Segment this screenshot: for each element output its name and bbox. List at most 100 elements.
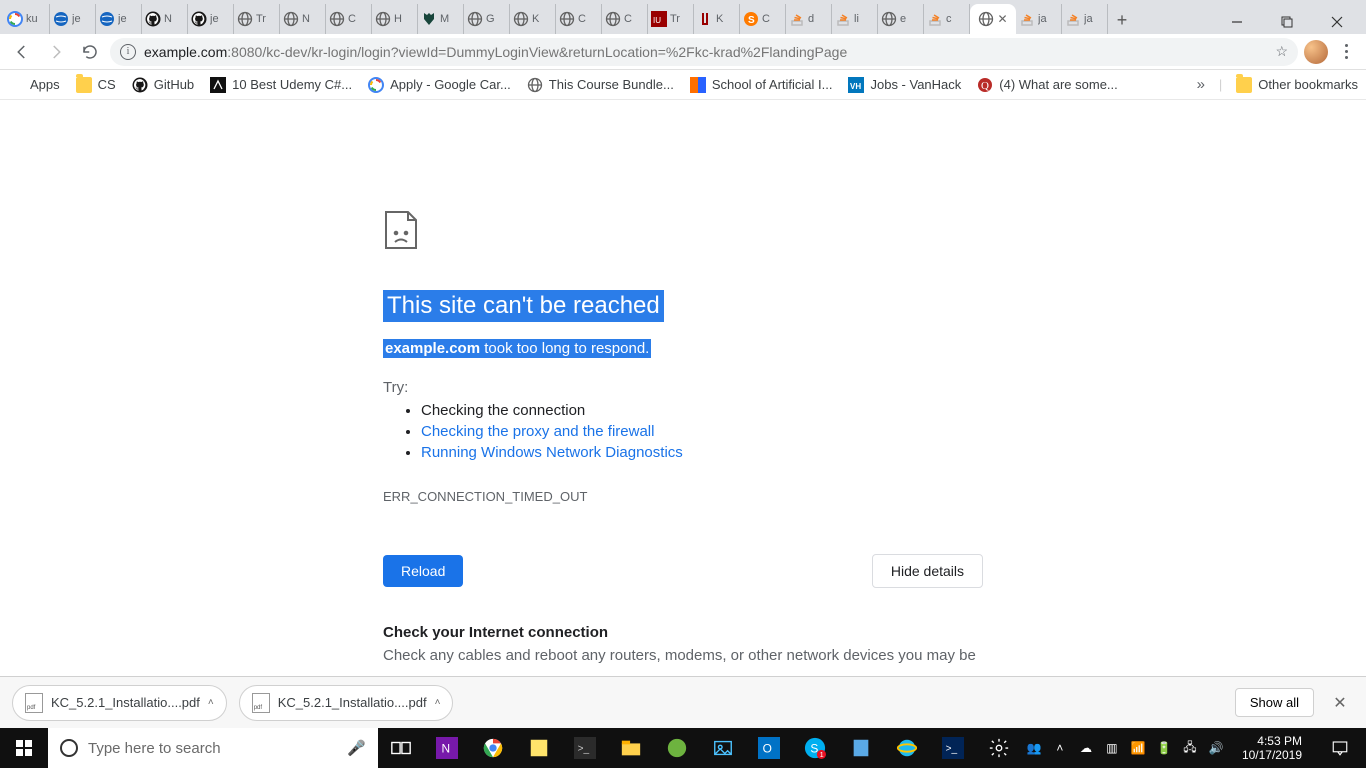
spartan-favicon-icon [421, 11, 437, 27]
suggestion-proxy-link[interactable]: Checking the proxy and the firewall [421, 423, 654, 440]
site-info-icon[interactable]: i [120, 44, 136, 60]
profile-avatar[interactable] [1304, 40, 1328, 64]
back-button[interactable] [8, 38, 36, 66]
taskbar-app-outlook[interactable]: O [746, 728, 792, 768]
taskbar-app-reader[interactable] [838, 728, 884, 768]
tray-onedrive-icon[interactable]: ☁ [1078, 740, 1094, 756]
browser-tab[interactable]: C [556, 4, 602, 34]
bookmark-star-icon[interactable]: ☆ [1275, 43, 1288, 60]
bookmarks-bar: Apps CS GitHub 10 Best Udemy C#... Apply - … [0, 70, 1366, 100]
tab-title: C [762, 13, 782, 25]
bookmark-item[interactable]: GitHub [132, 77, 194, 93]
close-downloads-bar-button[interactable]: ✕ [1326, 689, 1354, 717]
browser-tab[interactable]: N [280, 4, 326, 34]
tray-people-icon[interactable]: 👥 [1026, 740, 1042, 756]
reload-page-button[interactable]: Reload [383, 555, 463, 587]
tray-app-icon[interactable]: ▥ [1104, 740, 1120, 756]
browser-tab[interactable]: e [878, 4, 924, 34]
browser-tab[interactable]: N [142, 4, 188, 34]
svg-text:N: N [442, 742, 451, 756]
download-item-1[interactable]: KC_5.2.1_Installatio....pdf ˄ [12, 685, 227, 721]
window-maximize-button[interactable] [1272, 10, 1302, 34]
url-text: example.com:8080/kc-dev/kr-login/login?v… [144, 44, 1267, 60]
downloads-bar: KC_5.2.1_Installatio....pdf ˄ KC_5.2.1_I… [0, 676, 1366, 728]
task-view-button[interactable] [378, 728, 424, 768]
browser-tab[interactable]: C [326, 4, 372, 34]
window-minimize-button[interactable] [1222, 10, 1252, 34]
bookmark-item[interactable]: School of Artificial I... [690, 77, 833, 93]
bookmark-item[interactable]: Q(4) What are some... [977, 77, 1117, 93]
address-bar[interactable]: i example.com:8080/kc-dev/kr-login/login… [110, 38, 1298, 66]
tray-bluetooth-icon[interactable]: 📶 [1130, 740, 1146, 756]
tab-title: ku [26, 13, 46, 25]
error-code: ERR_CONNECTION_TIMED_OUT [383, 489, 983, 504]
browser-tab[interactable]: je [96, 4, 142, 34]
browser-menu-button[interactable] [1334, 44, 1358, 59]
taskbar-app-ie[interactable] [884, 728, 930, 768]
tab-close-icon[interactable]: ✕ [997, 12, 1007, 26]
start-button[interactable] [0, 728, 48, 768]
mic-icon[interactable]: 🎤 [347, 739, 366, 757]
window-controls [1214, 6, 1366, 34]
browser-tab[interactable]: SC [740, 4, 786, 34]
hide-details-button[interactable]: Hide details [872, 554, 983, 588]
taskbar-app-onenote[interactable]: N [424, 728, 470, 768]
browser-tab[interactable]: ja [1062, 4, 1108, 34]
taskbar-app-notes[interactable] [516, 728, 562, 768]
globe-blue-favicon-icon [99, 11, 115, 27]
taskbar-app-settings[interactable] [976, 728, 1022, 768]
suggestion-list: Checking the connection Checking the pro… [421, 402, 983, 461]
tray-battery-icon[interactable]: 🔋 [1156, 740, 1172, 756]
taskbar-app-explorer[interactable] [608, 728, 654, 768]
browser-tab[interactable]: IUTr [648, 4, 694, 34]
window-close-button[interactable] [1322, 10, 1352, 34]
tray-chevron-up-icon[interactable]: ˄ [1052, 740, 1068, 756]
taskbar-search[interactable]: Type here to search 🎤 [48, 728, 378, 768]
show-all-downloads-button[interactable]: Show all [1235, 688, 1314, 717]
forward-button[interactable] [42, 38, 70, 66]
browser-tab[interactable]: C [602, 4, 648, 34]
tray-volume-icon[interactable]: 🔊 [1208, 740, 1224, 756]
new-tab-button[interactable]: + [1108, 6, 1136, 34]
browser-tab[interactable]: K [694, 4, 740, 34]
taskbar-app-terminal[interactable]: >_ [562, 728, 608, 768]
tray-network-icon[interactable]: 🖧 [1182, 740, 1198, 756]
bookmark-item[interactable]: Apply - Google Car... [368, 77, 511, 93]
svg-text:S: S [748, 15, 755, 26]
taskbar-app-skype[interactable]: S1 [792, 728, 838, 768]
taskbar-app-photos[interactable] [700, 728, 746, 768]
browser-tab[interactable]: Tr [234, 4, 280, 34]
action-center-button[interactable] [1320, 728, 1360, 768]
apps-shortcut[interactable]: Apps [8, 77, 60, 93]
taskbar-app-powershell[interactable]: >_ [930, 728, 976, 768]
browser-tab[interactable]: c [924, 4, 970, 34]
reload-button[interactable] [76, 38, 104, 66]
taskbar-clock[interactable]: 4:53 PM 10/17/2019 [1234, 734, 1310, 762]
other-bookmarks-folder[interactable]: Other bookmarks [1236, 77, 1358, 93]
browser-tab[interactable]: je [188, 4, 234, 34]
browser-tab[interactable]: M [418, 4, 464, 34]
browser-tab[interactable]: ku [4, 4, 50, 34]
bookmark-item[interactable]: This Course Bundle... [527, 77, 674, 93]
folder-icon [1236, 77, 1252, 93]
browser-tab[interactable]: K [510, 4, 556, 34]
globe-favicon-icon [283, 11, 299, 27]
browser-tab[interactable]: ✕ [970, 4, 1016, 34]
bookmarks-overflow-button[interactable]: » [1197, 76, 1205, 93]
browser-tab[interactable]: d [786, 4, 832, 34]
download-item-2[interactable]: KC_5.2.1_Installatio....pdf ˄ [239, 685, 454, 721]
bookmark-item[interactable]: VHJobs - VanHack [848, 77, 961, 93]
browser-tab[interactable]: je [50, 4, 96, 34]
bookmark-item[interactable]: CS [76, 77, 116, 93]
browser-tab[interactable]: G [464, 4, 510, 34]
taskbar-app-spring[interactable] [654, 728, 700, 768]
tab-title: M [440, 13, 460, 25]
github-favicon-icon [145, 11, 161, 27]
browser-tab[interactable]: ja [1016, 4, 1062, 34]
bookmark-item[interactable]: 10 Best Udemy C#... [210, 77, 352, 93]
globe-favicon-icon [237, 11, 253, 27]
browser-tab[interactable]: H [372, 4, 418, 34]
suggestion-diagnostics-link[interactable]: Running Windows Network Diagnostics [421, 444, 683, 461]
taskbar-app-chrome[interactable] [470, 728, 516, 768]
browser-tab[interactable]: li [832, 4, 878, 34]
